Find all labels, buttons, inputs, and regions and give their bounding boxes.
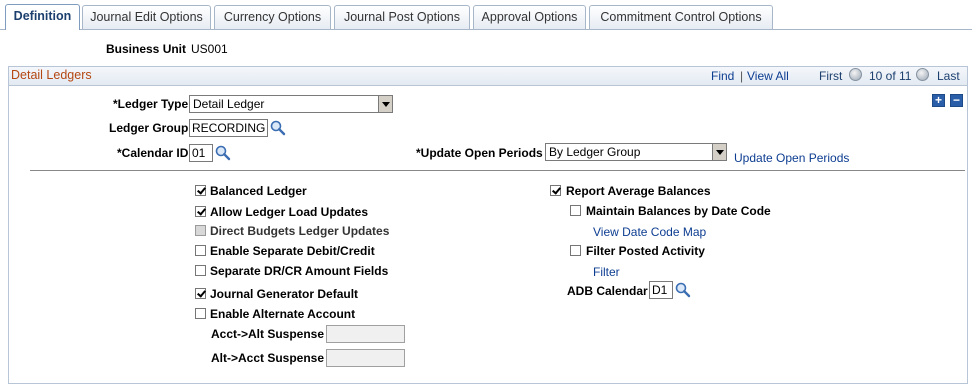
- update-open-periods-link[interactable]: Update Open Periods: [734, 151, 849, 165]
- separate-debit-credit-label: Enable Separate Debit/Credit: [210, 244, 375, 258]
- maintain-balances-checkbox[interactable]: [570, 205, 581, 216]
- business-unit-label: Business Unit: [106, 42, 187, 56]
- filter-posted-activity-label: Filter Posted Activity: [586, 244, 705, 258]
- detail-ledgers-title: Detail Ledgers: [11, 68, 92, 82]
- report-average-balances-checkbox[interactable]: [550, 185, 561, 196]
- filter-posted-activity-checkbox[interactable]: [570, 245, 581, 256]
- tab-journal-edit-options[interactable]: Journal Edit Options: [82, 5, 211, 29]
- ledger-type-select[interactable]: Detail Ledger: [189, 95, 393, 113]
- tab-journal-post-options[interactable]: Journal Post Options: [334, 5, 470, 29]
- acct-alt-suspense-field[interactable]: [326, 325, 405, 343]
- adb-calendar-label: ADB Calendar: [567, 284, 648, 298]
- update-open-periods-select[interactable]: By Ledger Group: [545, 143, 727, 161]
- filter-link[interactable]: Filter: [593, 265, 620, 279]
- journal-generator-default-checkbox[interactable]: [195, 288, 206, 299]
- tab-underline: [0, 29, 972, 30]
- separate-amount-fields-checkbox[interactable]: [195, 265, 206, 276]
- search-icon[interactable]: [270, 120, 286, 136]
- ledger-type-label: *Ledger Type: [113, 97, 189, 111]
- allow-load-updates-checkbox[interactable]: [195, 206, 206, 217]
- calendar-id-label: *Calendar ID: [117, 146, 189, 160]
- tab-currency-options[interactable]: Currency Options: [214, 5, 331, 29]
- acct-alt-suspense-label: Acct->Alt Suspense: [211, 327, 325, 341]
- adb-calendar-field[interactable]: D1: [649, 281, 673, 299]
- section-divider: [30, 170, 965, 171]
- delete-row-icon[interactable]: −: [950, 94, 963, 107]
- balanced-ledger-label: Balanced Ledger: [210, 184, 307, 198]
- calendar-id-field[interactable]: 01: [189, 144, 213, 162]
- ledger-type-value: Detail Ledger: [193, 97, 265, 111]
- add-row-icon[interactable]: +: [932, 94, 945, 107]
- maintain-balances-label: Maintain Balances by Date Code: [586, 204, 771, 218]
- search-icon[interactable]: [215, 145, 231, 161]
- update-open-periods-value: By Ledger Group: [549, 145, 641, 159]
- first-link[interactable]: First: [819, 69, 842, 83]
- last-link[interactable]: Last: [937, 69, 960, 83]
- previous-arrow-icon[interactable]: [849, 68, 862, 81]
- header-separator: |: [740, 69, 744, 83]
- update-open-periods-label: *Update Open Periods: [416, 146, 543, 160]
- alternate-account-label: Enable Alternate Account: [210, 307, 356, 321]
- find-link[interactable]: Find: [711, 69, 734, 83]
- detail-ledgers-section: [8, 66, 968, 384]
- next-arrow-icon[interactable]: [916, 68, 929, 81]
- ledger-group-field[interactable]: RECORDING: [189, 119, 268, 137]
- direct-budgets-label: Direct Budgets Ledger Updates: [210, 224, 390, 238]
- allow-load-updates-label: Allow Ledger Load Updates: [210, 205, 369, 219]
- alt-acct-suspense-field[interactable]: [326, 349, 405, 367]
- row-counter: 10 of 11: [869, 69, 912, 83]
- tab-approval-options[interactable]: Approval Options: [473, 5, 586, 29]
- separate-amount-fields-label: Separate DR/CR Amount Fields: [210, 264, 389, 278]
- tab-strip: Definition Journal Edit Options Currency…: [0, 0, 972, 30]
- chevron-down-icon: [712, 144, 726, 160]
- search-icon[interactable]: [675, 282, 691, 298]
- business-unit-value: US001: [191, 42, 228, 56]
- view-all-link[interactable]: View All: [747, 69, 789, 83]
- balanced-ledger-checkbox[interactable]: [195, 185, 206, 196]
- separate-debit-credit-checkbox[interactable]: [195, 245, 206, 256]
- journal-generator-default-label: Journal Generator Default: [210, 287, 359, 301]
- report-average-balances-label: Report Average Balances: [566, 184, 711, 198]
- tab-commitment-control-options[interactable]: Commitment Control Options: [589, 5, 773, 29]
- tab-definition[interactable]: Definition: [5, 4, 80, 30]
- view-date-code-map-link[interactable]: View Date Code Map: [593, 225, 706, 239]
- direct-budgets-checkbox: [195, 225, 206, 236]
- ledger-group-label: Ledger Group: [109, 121, 189, 135]
- chevron-down-icon: [378, 96, 392, 112]
- alt-acct-suspense-label: Alt->Acct Suspense: [211, 351, 325, 365]
- alternate-account-checkbox[interactable]: [195, 308, 206, 319]
